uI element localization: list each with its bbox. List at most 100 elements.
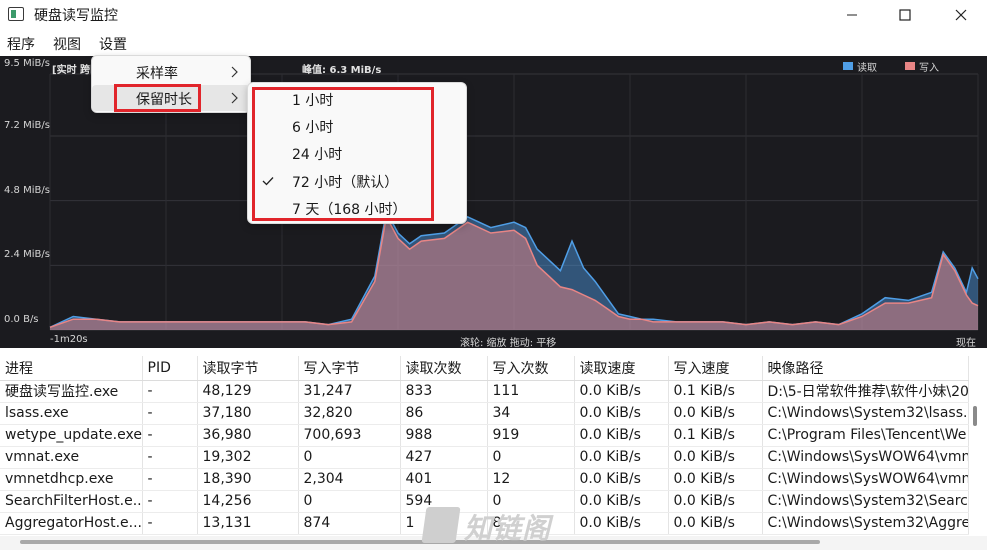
cell-read-speed: 0.0 KiB/s bbox=[574, 402, 669, 425]
cell-pid: - bbox=[142, 424, 198, 447]
table-row[interactable]: lsass.exe -37,180 32,820 86 34 0.0 KiB/s 0.0 K… bbox=[0, 402, 969, 425]
cell-pid: - bbox=[142, 402, 198, 425]
close-icon bbox=[955, 9, 967, 21]
watermark-logo-icon bbox=[421, 507, 461, 543]
cell-process: AggregatorHost.e... bbox=[0, 512, 143, 535]
column-header-process[interactable]: 进程 bbox=[0, 356, 143, 381]
cell-pid: - bbox=[142, 446, 198, 469]
cell-write-bytes: 32,820 bbox=[298, 402, 401, 425]
y-tick-label: 9.5 MiB/s bbox=[4, 58, 50, 69]
cell-read-speed: 0.0 KiB/s bbox=[574, 468, 669, 491]
cell-process: lsass.exe bbox=[0, 402, 143, 425]
cell-pid: - bbox=[142, 512, 198, 535]
cell-image-path: C:\Windows\System32\lsass.e bbox=[762, 402, 969, 425]
chevron-right-icon bbox=[231, 92, 238, 104]
minimize-icon bbox=[847, 14, 857, 16]
legend-label-read: 读取 bbox=[857, 63, 877, 74]
maximize-button[interactable] bbox=[881, 0, 929, 30]
legend-swatch-read bbox=[843, 62, 853, 70]
app-window: 硬盘读写监控 程序 视图 设置 [实时 跨卧 … 入: 1.3 MiB/s 峰值… bbox=[0, 0, 987, 550]
cell-read-count: 401 bbox=[400, 468, 488, 491]
cell-pid: - bbox=[142, 490, 198, 513]
column-header-read-speed[interactable]: 读取速度 bbox=[574, 356, 669, 381]
y-tick-label: 0.0 B/s bbox=[4, 314, 39, 325]
cell-read-bytes: 18,390 bbox=[197, 468, 299, 491]
cell-image-path: C:\Windows\System32\Aggre bbox=[762, 512, 969, 535]
series-area-write bbox=[50, 216, 978, 330]
disk-monitor-icon bbox=[8, 7, 24, 21]
minimize-button[interactable] bbox=[828, 0, 876, 30]
cell-image-path: C:\Program Files\Tencent\We bbox=[762, 424, 969, 447]
cell-process: wetype_update.exe bbox=[0, 424, 143, 447]
retention-submenu: 1 小时 6 小时 24 小时 72 小时（默认） 7 天（168 小时） bbox=[247, 82, 467, 224]
column-header-read-count[interactable]: 读取次数 bbox=[400, 356, 488, 381]
cell-write-speed: 0.1 KiB/s bbox=[668, 380, 763, 403]
cell-write-count: 0 bbox=[487, 446, 575, 469]
cell-process: vmnetdhcp.exe bbox=[0, 468, 143, 491]
cell-pid: - bbox=[142, 380, 198, 403]
column-header-read-bytes[interactable]: 读取字节 bbox=[197, 356, 299, 381]
horizontal-scrollbar[interactable] bbox=[20, 540, 820, 544]
cell-read-bytes: 48,129 bbox=[197, 380, 299, 403]
maximize-icon bbox=[899, 9, 911, 21]
cell-write-speed: 0.0 KiB/s bbox=[668, 512, 763, 535]
cell-read-bytes: 37,180 bbox=[197, 402, 299, 425]
table-row[interactable]: vmnat.exe -19,302 0 427 0 0.0 KiB/s 0.0 KiB/s C… bbox=[0, 446, 969, 469]
cell-write-bytes: 0 bbox=[298, 490, 401, 513]
watermark-text: 知链阁 bbox=[464, 512, 552, 545]
cell-write-speed: 0.1 KiB/s bbox=[668, 424, 763, 447]
settings-dropdown: 采样率 保留时长 bbox=[91, 55, 251, 113]
x-axis-hint: 滚轮: 缩放 拖动: 平移 bbox=[460, 338, 557, 349]
y-tick-label: 2.4 MiB/s bbox=[4, 249, 50, 261]
cell-read-bytes: 19,302 bbox=[197, 446, 299, 469]
column-header-pid[interactable]: PID bbox=[142, 356, 198, 381]
table-row[interactable]: wetype_update.exe -36,980 700,693 988 919 0.0… bbox=[0, 424, 969, 447]
y-tick-label: 7.2 MiB/s bbox=[4, 119, 50, 131]
cell-write-bytes: 2,304 bbox=[298, 468, 401, 491]
watermark: 知链阁 bbox=[421, 505, 564, 547]
cell-read-bytes: 36,980 bbox=[197, 424, 299, 447]
menu-program[interactable]: 程序 bbox=[7, 34, 35, 54]
x-axis-end-label: 现在 bbox=[956, 338, 976, 349]
title-bar: 硬盘读写监控 bbox=[0, 0, 987, 30]
column-header-write-count[interactable]: 写入次数 bbox=[487, 356, 575, 381]
cell-read-speed: 0.0 KiB/s bbox=[574, 424, 669, 447]
menu-item-sample-rate[interactable]: 采样率 bbox=[92, 59, 250, 85]
y-tick-label: 4.8 MiB/s bbox=[4, 184, 50, 196]
cell-write-bytes: 31,247 bbox=[298, 380, 401, 403]
cell-write-count: 34 bbox=[487, 402, 575, 425]
cell-read-speed: 0.0 KiB/s bbox=[574, 380, 669, 403]
column-header-image-path[interactable]: 映像路径 bbox=[762, 356, 969, 381]
cell-read-count: 988 bbox=[400, 424, 488, 447]
legend-label-write: 写入 bbox=[919, 63, 939, 74]
cell-read-bytes: 13,131 bbox=[197, 512, 299, 535]
cell-read-count: 86 bbox=[400, 402, 488, 425]
column-header-write-bytes[interactable]: 写入字节 bbox=[298, 356, 401, 381]
annotation-highlight-box bbox=[252, 87, 434, 221]
menu-view[interactable]: 视图 bbox=[53, 34, 81, 54]
cell-write-count: 12 bbox=[487, 468, 575, 491]
cell-write-bytes: 700,693 bbox=[298, 424, 401, 447]
close-button[interactable] bbox=[937, 0, 985, 30]
cell-read-speed: 0.0 KiB/s bbox=[574, 512, 669, 535]
table-row[interactable]: vmnetdhcp.exe -18,390 2,304 401 12 0.0 KiB/s 0… bbox=[0, 468, 969, 491]
cell-process: 硬盘读写监控.exe bbox=[0, 380, 143, 403]
cell-process: vmnat.exe bbox=[0, 446, 143, 469]
menu-settings[interactable]: 设置 bbox=[99, 34, 127, 54]
chart-peak-text: 峰值: 6.3 MiB/s bbox=[302, 65, 382, 76]
cell-image-path: C:\Windows\SysWOW64\vmn bbox=[762, 468, 969, 491]
cell-read-count: 427 bbox=[400, 446, 488, 469]
vertical-scrollbar[interactable] bbox=[973, 406, 977, 426]
cell-read-speed: 0.0 KiB/s bbox=[574, 490, 669, 513]
cell-write-speed: 0.0 KiB/s bbox=[668, 490, 763, 513]
menu-item-label: 采样率 bbox=[136, 66, 178, 82]
cell-write-speed: 0.0 KiB/s bbox=[668, 468, 763, 491]
cell-write-bytes: 874 bbox=[298, 512, 401, 535]
chevron-right-icon bbox=[231, 66, 238, 78]
column-header-write-speed[interactable]: 写入速度 bbox=[668, 356, 763, 381]
cell-read-count: 833 bbox=[400, 380, 488, 403]
legend-swatch-write bbox=[905, 62, 915, 70]
table-row[interactable]: 硬盘读写监控.exe -48,129 31,247 833 111 0.0 KiB/s 0.… bbox=[0, 380, 969, 403]
x-axis-start-label: -1m20s bbox=[50, 334, 88, 345]
cell-process: SearchFilterHost.e... bbox=[0, 490, 143, 513]
